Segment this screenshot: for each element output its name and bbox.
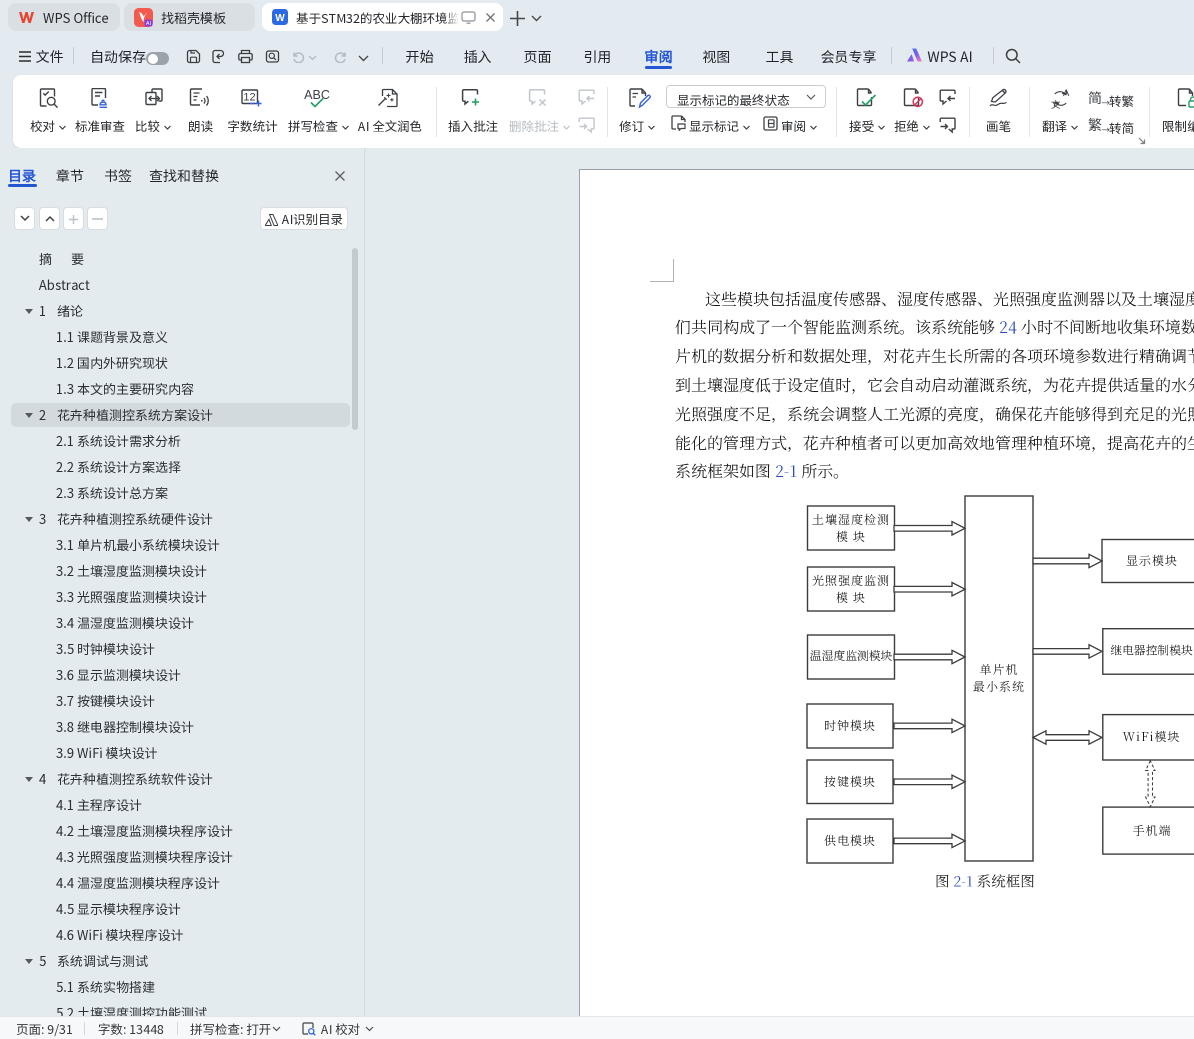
svg-text:ABC: ABC [304, 88, 330, 102]
svg-text:继电器控制模块: 继电器控制模块 [1110, 642, 1193, 659]
svg-text:单片机: 单片机 [979, 661, 1018, 678]
svg-text:最小系统: 最小系统 [973, 678, 1025, 695]
svg-text:土壤湿度检测: 土壤湿度检测 [812, 511, 890, 528]
svg-text:手机端: 手机端 [1132, 822, 1171, 839]
svg-text:12: 12 [243, 92, 255, 104]
svg-text:模 块: 模 块 [836, 528, 866, 545]
svg-text:供电模块: 供电模块 [824, 832, 876, 849]
svg-text:W: W [275, 13, 285, 24]
svg-text:AI: AI [146, 21, 152, 27]
svg-text:图 2-1 系统框图: 图 2-1 系统框图 [935, 871, 1035, 892]
svg-text:时钟模块: 时钟模块 [824, 717, 876, 734]
svg-text:温湿度监测模块: 温湿度监测模块 [810, 647, 893, 664]
svg-text:WiFi模块: WiFi模块 [1122, 728, 1180, 745]
svg-text:光照强度监测: 光照强度监测 [812, 572, 890, 589]
svg-text:显示模块: 显示模块 [1126, 552, 1178, 569]
svg-text:模 块: 模 块 [836, 589, 866, 606]
svg-text:按键模块: 按键模块 [824, 773, 876, 790]
